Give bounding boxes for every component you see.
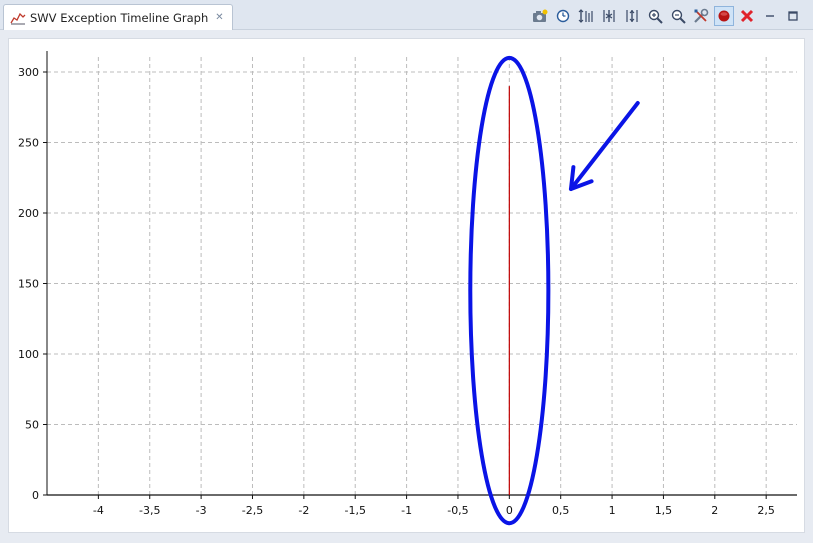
x-tick-label: 1 — [609, 504, 616, 517]
y-tick-label: 150 — [18, 278, 39, 291]
x-tick-label: 0,5 — [552, 504, 570, 517]
maximize-icon — [788, 11, 798, 21]
x-tick-label: 0 — [506, 504, 513, 517]
y-tick-label: 300 — [18, 66, 39, 79]
start-recording-button[interactable] — [714, 6, 734, 26]
y-tick-label: 50 — [25, 419, 39, 432]
collapse-horizontal-icon — [603, 10, 615, 22]
graph-icon — [10, 12, 26, 24]
expand-horizontal-icon — [626, 10, 638, 22]
zoom-in-button[interactable] — [645, 6, 665, 26]
snapshot-camera-icon — [533, 9, 548, 22]
collapse-horizontal-button[interactable] — [599, 6, 619, 26]
x-tick-label: -1,5 — [344, 504, 365, 517]
configure-tools-icon — [694, 8, 709, 23]
arrow-shaft — [568, 101, 640, 192]
x-tick-label: -3 — [196, 504, 207, 517]
swv-exception-timeline-view: SWV Exception Timeline Graph ✕ -4 -3,5 -… — [0, 0, 813, 543]
timestamp-button[interactable] — [553, 6, 573, 26]
x-tick-label: 2,5 — [757, 504, 775, 517]
clear-button[interactable] — [737, 6, 757, 26]
minimize-button[interactable] — [760, 6, 780, 26]
x-tick-label: -0,5 — [447, 504, 468, 517]
zoom-out-button[interactable] — [668, 6, 688, 26]
y-tick-label: 250 — [18, 137, 39, 150]
chart-axes — [46, 51, 797, 496]
y-tick-label: 200 — [18, 207, 39, 220]
exception-timeline-chart[interactable]: -4 -3,5 -3 -2,5 -2 -1,5 -1 -0,5 0 0,5 1 1,5 2 2,5 0 50 1… — [9, 39, 804, 532]
scale-vertical-button[interactable] — [576, 6, 596, 26]
clear-red-x-icon — [740, 9, 754, 23]
x-tick-label: 1,5 — [655, 504, 673, 517]
tab-swv-exception-timeline-graph[interactable]: SWV Exception Timeline Graph ✕ — [3, 4, 234, 30]
chart-grid — [47, 57, 797, 495]
x-tick-label: -2 — [298, 504, 309, 517]
x-tick-label: -3,5 — [139, 504, 160, 517]
graph-panel: -4 -3,5 -3 -2,5 -2 -1,5 -1 -0,5 0 0,5 1 1,5 2 2,5 0 50 1… — [8, 38, 805, 533]
view-toolbar — [530, 6, 803, 26]
y-tick-label: 0 — [32, 489, 39, 502]
bottom-border — [0, 533, 813, 543]
zoom-out-icon — [671, 9, 686, 24]
x-tick-label: -2,5 — [242, 504, 263, 517]
tab-title: SWV Exception Timeline Graph — [30, 10, 209, 25]
chart-annotations — [468, 55, 640, 526]
x-tick-label: -1 — [401, 504, 412, 517]
scale-vertical-icon — [578, 9, 593, 23]
snapshot-button[interactable] — [530, 6, 550, 26]
view-tab-bar: SWV Exception Timeline Graph ✕ — [0, 0, 813, 30]
minimize-icon — [766, 15, 774, 17]
zoom-in-icon — [648, 9, 663, 24]
maximize-button[interactable] — [783, 6, 803, 26]
record-start-icon — [718, 10, 730, 22]
configure-button[interactable] — [691, 6, 711, 26]
close-tab-icon[interactable]: ✕ — [215, 13, 224, 23]
clock-icon — [556, 9, 570, 23]
chart-ticks: -4 -3,5 -3 -2,5 -2 -1,5 -1 -0,5 0 0,5 1 1,5 2 2,5 0 50 1… — [18, 66, 775, 517]
expand-horizontal-button[interactable] — [622, 6, 642, 26]
y-tick-label: 100 — [18, 348, 39, 361]
x-tick-label: -4 — [93, 504, 104, 517]
x-tick-label: 2 — [711, 504, 718, 517]
